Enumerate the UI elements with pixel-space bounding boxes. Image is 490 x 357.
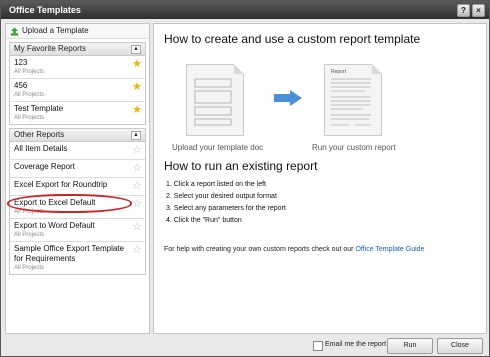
report-name: 456 [14, 81, 28, 90]
report-name: Export to Excel Default [14, 198, 96, 207]
report-project: All Projects [14, 115, 45, 121]
title-bar: Office Templates ? × [1, 1, 489, 19]
report-project: All Projects [14, 209, 45, 215]
other-reports-section: Other Reports ▲ All Item Details ☆ Cover… [9, 128, 146, 275]
other-reports-heading: Other Reports [14, 130, 65, 139]
collapse-favorites-icon[interactable]: ▲ [131, 45, 141, 54]
instructions-panel: How to create and use a custom report te… [153, 23, 487, 334]
report-project: All Projects [14, 92, 45, 98]
office-template-guide-link[interactable]: Office Template Guide [355, 246, 424, 253]
dialog-title: Office Templates [9, 5, 81, 15]
report-name: Coverage Report [14, 162, 75, 171]
star-outline-icon[interactable]: ☆ [132, 222, 142, 233]
list-item[interactable]: Export to Word Default All Projects ☆ [10, 219, 145, 242]
upload-caption: Upload your template doc [172, 143, 264, 152]
step-item: 2. Select your desired output format [166, 193, 277, 200]
steps-list: 1. Click a report listed on the left 2. … [166, 179, 286, 227]
report-name: 123 [14, 58, 28, 67]
upload-template-label: Upload a Template [22, 26, 89, 35]
report-name: Sample Office Export Template for Requir… [14, 244, 124, 263]
office-templates-dialog: Office Templates ? × Upload a Template M… [0, 0, 490, 357]
footer-bar: Email me the report Run Close [1, 334, 489, 356]
favorites-heading: My Favorite Reports [14, 44, 87, 53]
help-button[interactable]: ? [457, 4, 470, 17]
star-icon[interactable]: ★ [132, 105, 142, 116]
create-heading: How to create and use a custom report te… [164, 32, 421, 46]
report-doc-illustration: Report [324, 64, 382, 136]
favorites-header: My Favorite Reports ▲ [10, 43, 145, 56]
list-item[interactable]: Sample Office Export Template for Requir… [10, 242, 145, 274]
template-layout-icon [194, 78, 232, 126]
email-checkbox[interactable] [313, 341, 323, 351]
template-doc-illustration [186, 64, 244, 136]
star-outline-icon[interactable]: ☆ [132, 145, 142, 156]
report-name: All Item Details [14, 144, 68, 153]
help-text: For help with creating your own custom r… [164, 246, 354, 253]
other-reports-header: Other Reports ▲ [10, 129, 145, 142]
list-item[interactable]: Export to Excel Default All Projects ☆ [10, 196, 145, 219]
star-outline-icon[interactable]: ☆ [132, 245, 142, 256]
report-list-panel: Upload a Template My Favorite Reports ▲ … [5, 23, 150, 334]
close-button[interactable]: Close [437, 338, 483, 354]
star-icon[interactable]: ★ [132, 59, 142, 70]
report-doc-title: Report [331, 69, 347, 75]
step-item: 1. Click a report listed on the left [166, 181, 266, 188]
star-outline-icon[interactable]: ☆ [132, 181, 142, 192]
star-icon[interactable]: ★ [132, 82, 142, 93]
list-item[interactable]: Test Template All Projects ★ [10, 102, 145, 124]
upload-icon [10, 26, 19, 36]
step-item: 3. Select any parameters for the report [166, 205, 286, 212]
run-button[interactable]: Run [387, 338, 433, 354]
list-item[interactable]: Coverage Report ☆ [10, 160, 145, 178]
report-name: Test Template [14, 104, 64, 113]
arrow-right-icon [274, 90, 302, 106]
favorites-section: My Favorite Reports ▲ 123 All Projects ★… [9, 42, 146, 125]
step-item: 4. Click the "Run" button [166, 217, 242, 224]
close-icon[interactable]: × [472, 4, 485, 17]
report-project: All Projects [14, 265, 45, 271]
list-item[interactable]: All Item Details ☆ [10, 142, 145, 160]
report-name: Export to Word Default [14, 221, 95, 230]
list-item[interactable]: 456 All Projects ★ [10, 79, 145, 102]
star-outline-icon[interactable]: ☆ [132, 199, 142, 210]
run-caption: Run your custom report [312, 143, 396, 152]
collapse-other-icon[interactable]: ▲ [131, 131, 141, 140]
report-text-icon [331, 78, 371, 126]
star-outline-icon[interactable]: ☆ [132, 163, 142, 174]
report-project: All Projects [14, 69, 45, 75]
run-heading: How to run an existing report [164, 159, 318, 173]
report-project: All Projects [14, 232, 45, 238]
upload-template-button[interactable]: Upload a Template [6, 24, 149, 39]
list-item[interactable]: Excel Export for Roundtrip ☆ [10, 178, 145, 196]
list-item[interactable]: 123 All Projects ★ [10, 56, 145, 79]
report-name: Excel Export for Roundtrip [14, 180, 108, 189]
help-note: For help with creating your own custom r… [164, 246, 424, 253]
email-label: Email me the report [325, 341, 387, 348]
